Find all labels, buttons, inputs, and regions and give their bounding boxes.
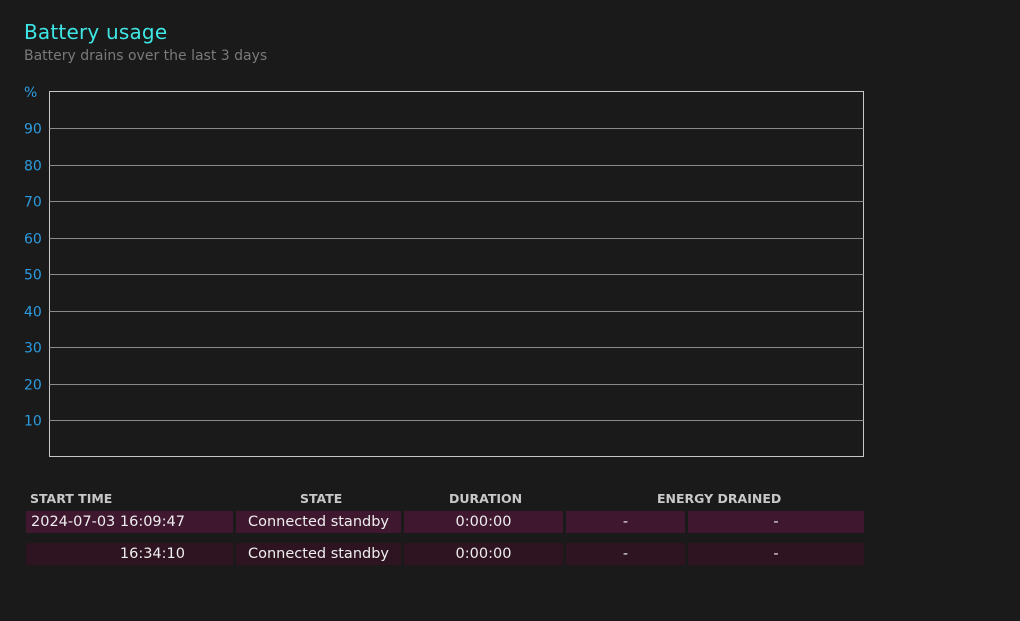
start-time: 16:09:47 [119, 514, 185, 530]
start-time-cell: 16:34:10 [26, 543, 233, 565]
y-tick-label: 20 [24, 378, 42, 394]
battery-drain-chart: % 10 20 30 40 50 60 70 80 90 [24, 85, 864, 457]
start-time: 16:34:10 [119, 546, 185, 562]
y-tick-label: 80 [24, 159, 42, 175]
start-time-cell: 2024-07-03 16:09:47 [26, 511, 233, 533]
energy-percent-cell: - [566, 543, 685, 565]
state-cell: Connected standby [236, 511, 401, 533]
battery-report-page: Battery usage Battery drains over the la… [0, 0, 1020, 621]
start-date: 2024-07-03 [31, 514, 116, 530]
y-tick-label: 10 [24, 414, 42, 430]
state-cell: Connected standby [236, 543, 401, 565]
y-tick-label: 90 [24, 122, 42, 138]
duration-cell: 0:00:00 [404, 511, 563, 533]
y-axis-unit-label: % [24, 85, 37, 101]
column-header-state: STATE [300, 491, 343, 506]
duration-cell: 0:00:00 [404, 543, 563, 565]
y-tick-label: 50 [24, 268, 42, 284]
column-header-duration: DURATION [449, 491, 523, 506]
y-tick-label: 40 [24, 305, 42, 321]
y-tick-label: 70 [24, 195, 42, 211]
chart-grid [49, 128, 864, 421]
energy-percent-cell: - [566, 511, 685, 533]
energy-mwh-cell: - [688, 511, 864, 533]
chart-y-axis: % 10 20 30 40 50 60 70 80 90 [24, 85, 42, 430]
y-tick-label: 30 [24, 341, 42, 357]
energy-mwh-cell: - [688, 543, 864, 565]
column-header-energy-drained: ENERGY DRAINED [657, 491, 782, 506]
y-tick-label: 60 [24, 232, 42, 248]
column-header-start-time: START TIME [30, 491, 113, 506]
